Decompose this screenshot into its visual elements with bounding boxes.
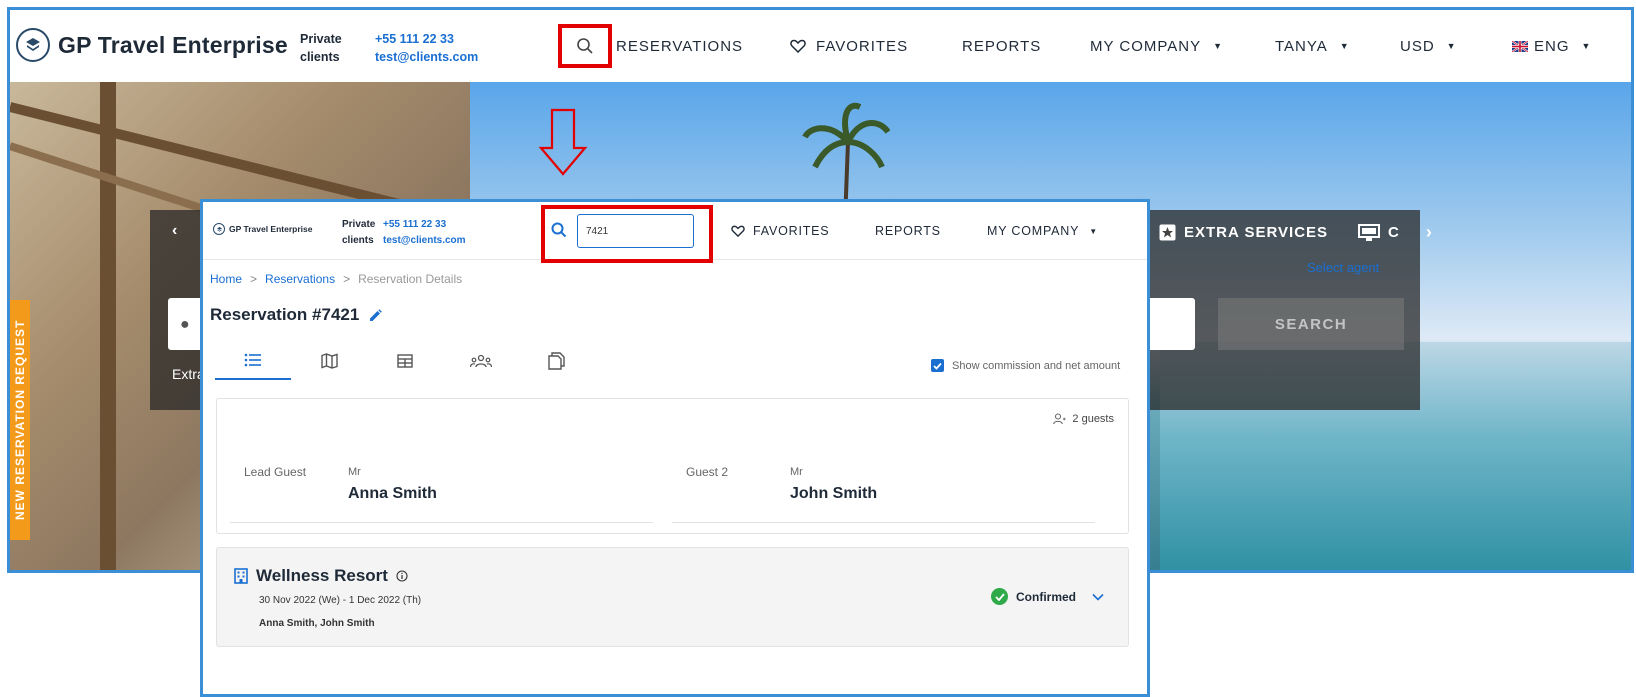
caret-down-icon: ▼ <box>1213 41 1224 51</box>
guest-name: Anna Smith <box>348 485 437 502</box>
divider <box>672 522 1095 523</box>
contact-phone[interactable]: +55 111 22 33 <box>383 217 466 233</box>
monitor-icon <box>1358 223 1381 241</box>
tab-map[interactable] <box>291 342 367 380</box>
chevron-right-icon[interactable]: › <box>1426 222 1433 243</box>
contact-values: +55 111 22 33 test@clients.com <box>383 217 466 249</box>
caret-down-icon: ▼ <box>1581 41 1592 51</box>
edit-icon[interactable] <box>369 308 383 322</box>
heart-icon <box>731 225 745 237</box>
table-icon <box>397 354 413 368</box>
hotel-guests: Anna Smith, John Smith <box>259 618 375 629</box>
nav-my-company[interactable]: MY COMPANY ▼ <box>1090 10 1223 82</box>
contact-labels: Private clients <box>342 219 376 246</box>
nav-favorites[interactable]: FAVORITES <box>731 202 829 260</box>
tab-guests[interactable] <box>443 342 519 380</box>
tab-table[interactable] <box>367 342 443 380</box>
chevron-left-icon[interactable]: ‹ <box>172 222 177 240</box>
main-header: GP Travel Enterprise Private clients +55… <box>10 10 1631 82</box>
contact-values: +55 111 22 33 test@clients.com <box>375 30 478 66</box>
contact-labels: Private clients <box>300 32 342 64</box>
nav-language[interactable]: ENG ▼ <box>1512 10 1591 82</box>
location-pin-icon: ● <box>180 316 190 333</box>
hotel-name: Wellness Resort <box>234 566 408 586</box>
map-icon <box>320 353 338 369</box>
nav-reservations[interactable]: RESERVATIONS <box>616 10 743 82</box>
inner-header: GP Travel Enterprise Private clients +55… <box>203 202 1147 263</box>
search-icon[interactable] <box>551 222 567 238</box>
breadcrumb-home[interactable]: Home <box>210 272 242 286</box>
check-circle-icon <box>991 588 1008 605</box>
nav-reports[interactable]: REPORTS <box>962 10 1041 82</box>
heart-icon <box>790 39 806 53</box>
list-icon <box>244 353 261 367</box>
building-icon <box>234 568 248 584</box>
hotel-card[interactable]: Wellness Resort 30 Nov 2022 (We) - 1 Dec… <box>216 547 1129 647</box>
nav-my-company[interactable]: MY COMPANY ▼ <box>987 202 1098 260</box>
logo-icon <box>213 223 225 235</box>
logo-text: GP Travel Enterprise <box>229 224 313 234</box>
logo-text: GP Travel Enterprise <box>58 31 288 58</box>
contact-email[interactable]: test@clients.com <box>375 48 478 66</box>
new-reservation-request-tab[interactable]: NEW RESERVATION REQUEST <box>10 300 30 540</box>
extra-services-tab[interactable]: EXTRA SERVICES C › <box>1159 222 1433 243</box>
guest-name: John Smith <box>790 485 878 502</box>
logo[interactable]: GP Travel Enterprise <box>16 28 288 62</box>
breadcrumb-current: Reservation Details <box>358 272 463 286</box>
reservation-details-screenshot: GP Travel Enterprise Private clients +55… <box>200 199 1150 697</box>
caret-down-icon: ▼ <box>1089 226 1098 236</box>
logo-icon <box>16 28 50 62</box>
documents-icon <box>548 352 565 370</box>
commission-toggle[interactable]: Show commission and net amount <box>931 359 1120 372</box>
contact-email[interactable]: test@clients.com <box>383 233 466 249</box>
search-input[interactable] <box>577 214 694 248</box>
caret-down-icon: ▼ <box>1339 41 1350 51</box>
caret-down-icon: ▼ <box>1446 41 1457 51</box>
info-icon[interactable] <box>396 570 408 582</box>
guests-card: 2 guests Lead Guest Mr Anna Smith Guest … <box>216 398 1129 534</box>
breadcrumb-reservations[interactable]: Reservations <box>265 272 335 286</box>
search-icon <box>577 38 593 54</box>
nav-reports[interactable]: REPORTS <box>875 202 941 260</box>
divider <box>230 522 653 523</box>
people-icon <box>470 354 492 368</box>
reservation-tabs <box>215 342 595 380</box>
star-box-icon <box>1159 224 1176 241</box>
contact-phone[interactable]: +55 111 22 33 <box>375 30 478 48</box>
page-title: Reservation #7421 <box>210 305 383 325</box>
nav-favorites[interactable]: FAVORITES <box>790 10 908 82</box>
chevron-down-icon[interactable] <box>1092 593 1104 601</box>
uk-flag-icon <box>1512 40 1528 52</box>
search-button-highlighted[interactable] <box>558 24 612 68</box>
arrow-down-icon <box>538 108 588 176</box>
tab-documents[interactable] <box>519 342 595 380</box>
search-button[interactable]: SEARCH <box>1218 298 1404 350</box>
nav-user[interactable]: TANYA ▼ <box>1275 10 1350 82</box>
hotel-dates: 30 Nov 2022 (We) - 1 Dec 2022 (Th) <box>259 595 422 606</box>
checkbox-icon[interactable] <box>931 359 944 372</box>
nav-currency[interactable]: USD ▼ <box>1400 10 1457 82</box>
status-badge[interactable]: Confirmed <box>991 588 1104 605</box>
breadcrumb: Home > Reservations > Reservation Detail… <box>210 272 463 286</box>
select-agent-link[interactable]: Select agent <box>1307 260 1379 275</box>
guests-icon <box>1053 413 1066 425</box>
logo[interactable]: GP Travel Enterprise <box>213 223 312 235</box>
guests-count: 2 guests <box>1053 413 1114 425</box>
tab-summary[interactable] <box>215 342 291 380</box>
